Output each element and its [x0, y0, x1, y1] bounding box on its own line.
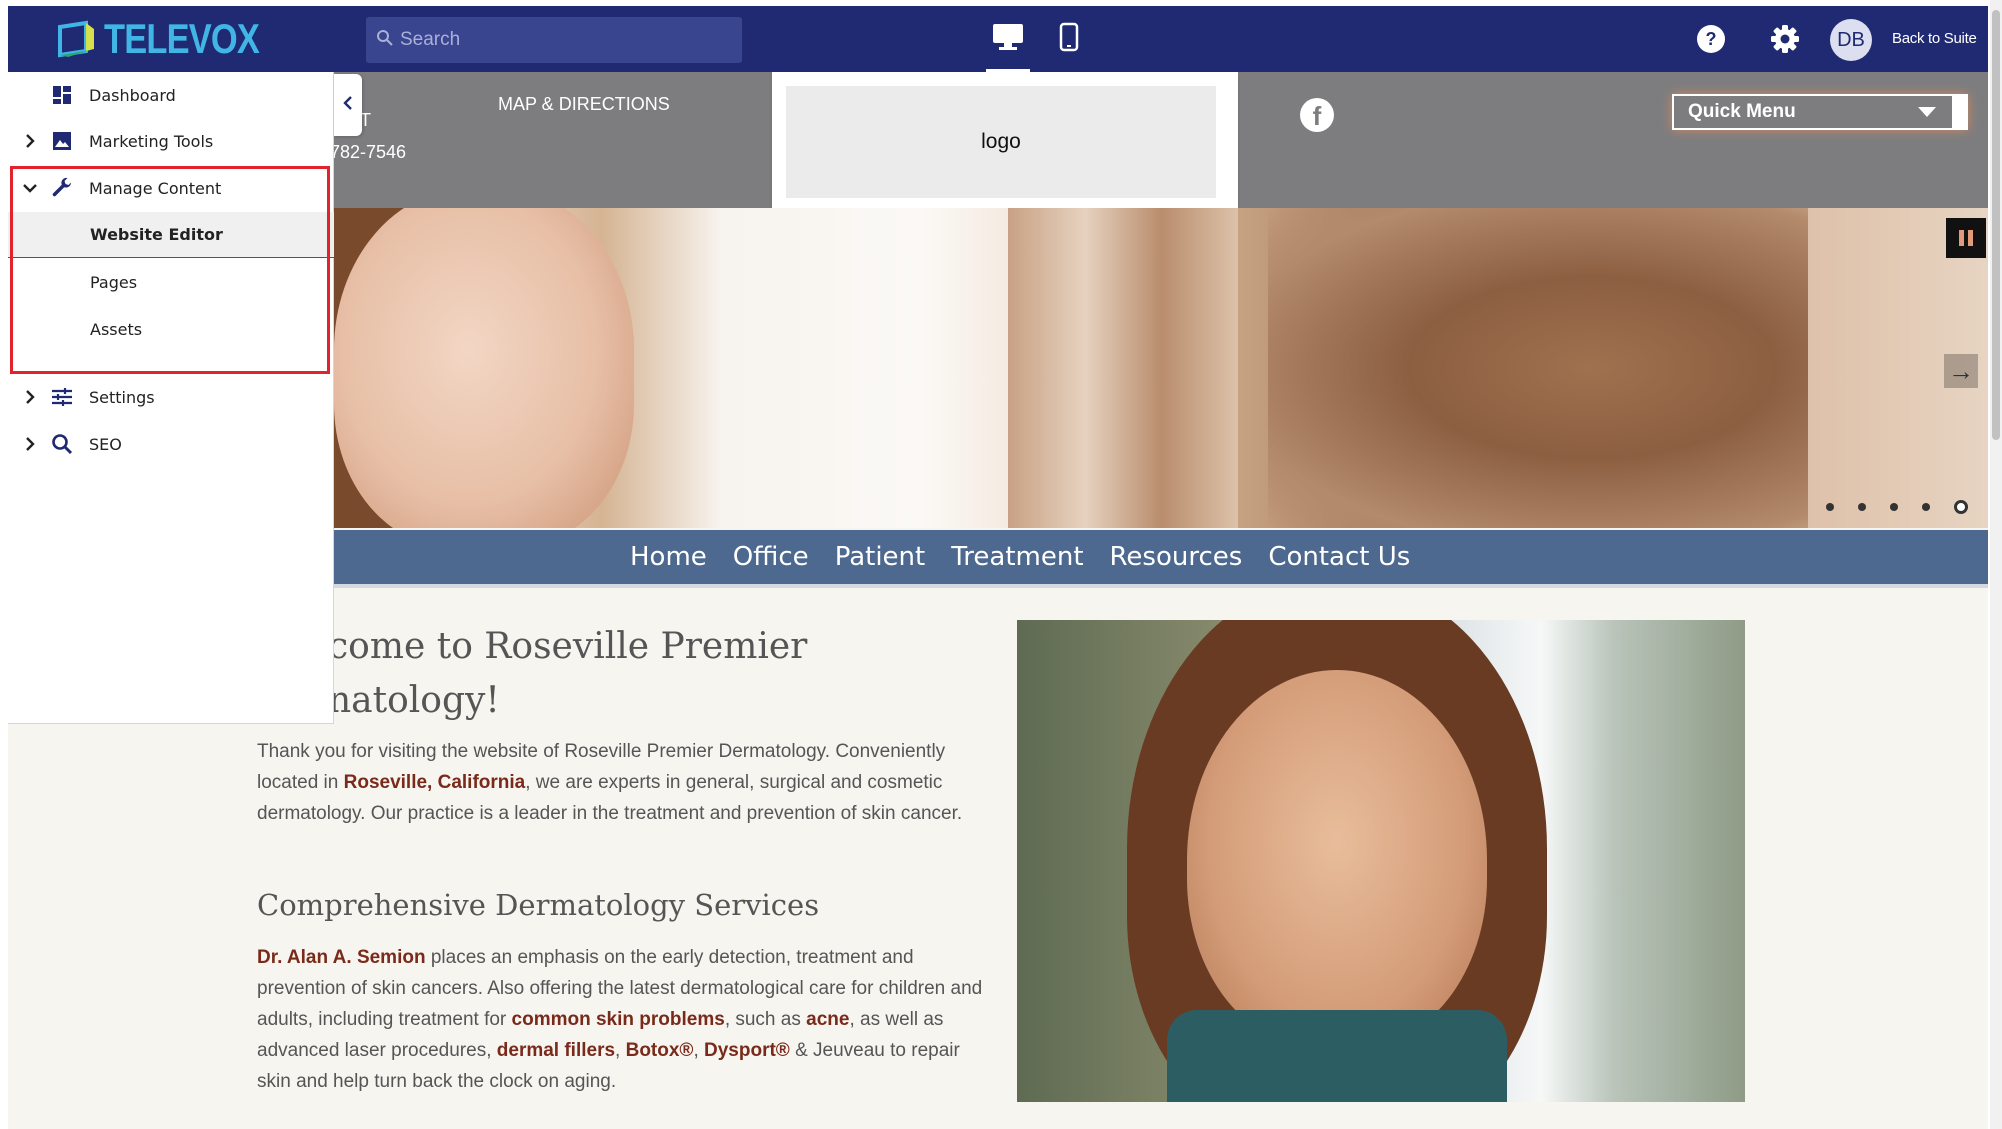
sidebar-item-label: Dashboard	[89, 85, 176, 105]
app-topbar: TELEVOX ? DB Back to Suite	[8, 6, 1988, 72]
doctor-link[interactable]: Dr. Alan A. Semion	[257, 947, 426, 968]
sidebar-item-settings[interactable]: Settings	[8, 374, 334, 420]
chevron-right-icon	[22, 133, 38, 149]
slider-dots	[1826, 500, 1968, 514]
sidebar-item-marketing-tools[interactable]: Marketing Tools	[8, 118, 334, 164]
slider-next-arrow-icon[interactable]: →	[1944, 354, 1978, 388]
sliders-icon	[50, 385, 74, 409]
page-scrollbar[interactable]	[1990, 0, 2002, 1129]
chevron-right-icon	[22, 389, 38, 405]
slider-dot[interactable]	[1890, 503, 1898, 511]
slider-dot[interactable]	[1826, 503, 1834, 511]
mobile-view-button[interactable]	[1048, 18, 1090, 60]
site-nav-contact[interactable]: Contact Us	[1268, 542, 1410, 572]
svg-text:?: ?	[1706, 29, 1717, 49]
user-avatar[interactable]: DB	[1830, 19, 1872, 61]
site-nav-resources[interactable]: Resources	[1110, 542, 1243, 572]
phone-number-partial[interactable]: 782-7546	[330, 142, 406, 163]
sidebar-item-label: Settings	[89, 387, 155, 407]
chevron-right-icon	[22, 436, 38, 452]
chevron-down-icon	[1918, 107, 1936, 117]
sidebar-item-seo[interactable]: SEO	[8, 421, 334, 467]
skin-problems-link[interactable]: common skin problems	[512, 1009, 725, 1030]
collapse-sidebar-button[interactable]	[334, 74, 362, 136]
site-logo-placeholder: logo	[786, 86, 1216, 198]
map-directions-link[interactable]: MAP & DIRECTIONS	[498, 94, 670, 115]
hero-image-woman	[334, 208, 634, 528]
site-nav-patient[interactable]: Patient	[835, 542, 926, 572]
desktop-icon	[991, 22, 1025, 57]
sidebar-item-label: SEO	[89, 434, 122, 454]
acne-link[interactable]: acne	[806, 1009, 849, 1030]
intro-paragraph: Thank you for visiting the website of Ro…	[257, 741, 963, 824]
slider-dot[interactable]	[1858, 503, 1866, 511]
quick-menu-label: Quick Menu	[1688, 101, 1796, 122]
dysport-link[interactable]: Dysport®	[704, 1040, 790, 1061]
site-nav-office[interactable]: Office	[733, 542, 809, 572]
televox-logo[interactable]: TELEVOX	[56, 15, 293, 62]
dermal-fillers-link[interactable]: dermal fillers	[497, 1040, 615, 1061]
search-icon	[376, 29, 394, 52]
location-link[interactable]: Roseville, California	[344, 772, 526, 793]
slider-pause-button[interactable]	[1946, 218, 1986, 258]
search-icon	[50, 432, 74, 456]
sidebar-item-dashboard[interactable]: Dashboard	[8, 72, 334, 118]
mobile-icon	[1059, 22, 1079, 57]
televox-logo-mark	[56, 19, 98, 59]
slider-dot[interactable]	[1922, 503, 1930, 511]
site-nav-treatment[interactable]: Treatment	[951, 542, 1083, 572]
smiling-woman-photo	[1017, 620, 1745, 1102]
back-to-suite-link[interactable]: Back to Suite	[1892, 30, 1977, 47]
image-icon	[50, 129, 74, 153]
welcome-heading-line1: come to Roseville Premier	[328, 626, 808, 667]
site-nav-home[interactable]: Home	[630, 542, 707, 572]
search-bar[interactable]	[366, 17, 742, 63]
search-input[interactable]	[400, 29, 720, 51]
manage-content-highlight-box	[10, 166, 330, 374]
facebook-icon[interactable]: f	[1300, 98, 1334, 132]
slider-dot-active[interactable]	[1954, 500, 1968, 514]
welcome-heading-line2: natology!	[328, 680, 500, 721]
botox-link[interactable]: Botox®	[626, 1040, 694, 1061]
desktop-view-button[interactable]	[986, 18, 1030, 72]
brand-name: TELEVOX	[104, 15, 260, 62]
help-icon[interactable]: ?	[1694, 22, 1728, 56]
dashboard-icon	[50, 83, 74, 107]
services-heading: Comprehensive Dermatology Services	[257, 888, 820, 922]
services-paragraph: Dr. Alan A. Semion places an emphasis on…	[257, 947, 983, 1092]
scrollbar-thumb[interactable]	[1992, 10, 2000, 440]
quick-menu-select[interactable]: Quick Menu	[1672, 94, 1968, 130]
hero-image-man	[1268, 208, 1808, 528]
gear-icon[interactable]	[1768, 22, 1802, 56]
hero-image-curtain	[1008, 208, 1238, 528]
site-logo-card[interactable]: logo	[772, 72, 1238, 216]
chevron-left-icon	[343, 95, 353, 115]
sidebar-item-label: Marketing Tools	[89, 131, 214, 151]
